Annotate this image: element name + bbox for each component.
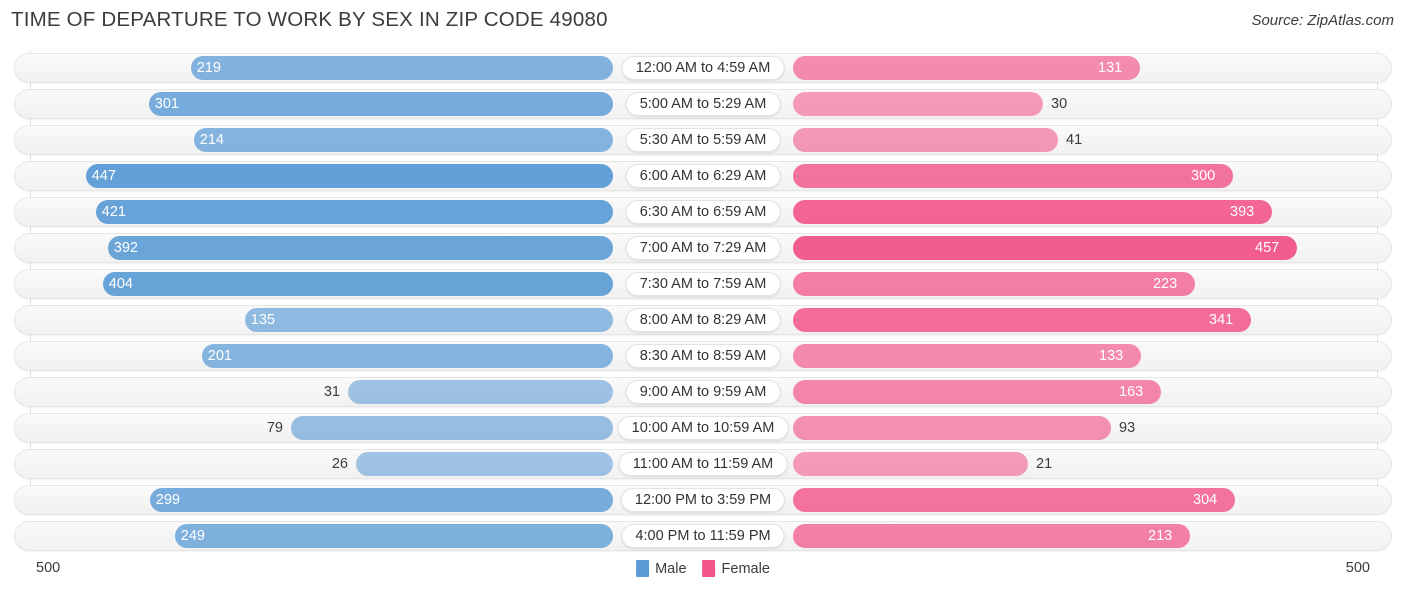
value-label-male: 249	[180, 528, 205, 544]
value-label-male: 447	[91, 168, 116, 184]
bar-male[interactable]	[191, 56, 613, 80]
bar-male[interactable]	[96, 200, 613, 224]
bar-female[interactable]	[793, 488, 1235, 512]
chart-plot-area: 219 131 12:00 AM to 4:59 AM 301 30 5:00 AM to…	[0, 50, 1406, 555]
bar-male[interactable]	[86, 164, 613, 188]
chart-row: 404 223 7:30 AM to 7:59 AM	[14, 269, 1392, 299]
chart-row: 421 393 6:30 AM to 6:59 AM	[14, 197, 1392, 227]
bar-female[interactable]	[793, 128, 1058, 152]
value-label-female: 457	[1255, 240, 1280, 256]
legend-swatch-icon	[636, 560, 650, 577]
bar-female[interactable]	[793, 56, 1140, 80]
legend-label: Female	[721, 560, 770, 577]
category-label: 6:30 AM to 6:59 AM	[625, 200, 781, 224]
category-label: 9:00 AM to 9:59 AM	[625, 380, 781, 404]
chart-row: 201 133 8:30 AM to 8:59 AM	[14, 341, 1392, 371]
bar-female[interactable]	[793, 380, 1161, 404]
bar-male[interactable]	[356, 452, 613, 476]
category-label: 8:30 AM to 8:59 AM	[625, 344, 781, 368]
page-title: TIME OF DEPARTURE TO WORK BY SEX IN ZIP …	[11, 8, 608, 31]
value-label-female: 41	[1066, 132, 1083, 148]
bar-female[interactable]	[793, 524, 1190, 548]
value-label-male: 26	[331, 456, 348, 472]
category-label: 11:00 AM to 11:59 AM	[618, 452, 788, 476]
legend-item-male[interactable]: Male	[636, 560, 687, 577]
bar-male[interactable]	[291, 416, 613, 440]
chart-row: 214 41 5:30 AM to 5:59 AM	[14, 125, 1392, 155]
source-attribution: Source: ZipAtlas.com	[1251, 12, 1394, 29]
chart-row: 299 304 12:00 PM to 3:59 PM	[14, 485, 1392, 515]
value-label-female: 393	[1230, 204, 1255, 220]
bar-male[interactable]	[103, 272, 613, 296]
category-label: 4:00 PM to 11:59 PM	[621, 524, 785, 548]
category-label: 7:30 AM to 7:59 AM	[625, 272, 781, 296]
value-label-female: 304	[1193, 492, 1218, 508]
chart-row: 447 300 6:00 AM to 6:29 AM	[14, 161, 1392, 191]
chart-row: 31 163 9:00 AM to 9:59 AM	[14, 377, 1392, 407]
value-label-male: 79	[266, 420, 283, 436]
legend-label: Male	[655, 560, 687, 577]
category-label: 5:30 AM to 5:59 AM	[625, 128, 781, 152]
bar-male[interactable]	[150, 488, 613, 512]
chart-row: 249 213 4:00 PM to 11:59 PM	[14, 521, 1392, 551]
legend-item-female[interactable]: Female	[702, 560, 770, 577]
bar-female[interactable]	[793, 416, 1111, 440]
bar-female[interactable]	[793, 200, 1272, 224]
value-label-male: 404	[108, 276, 133, 292]
value-label-male: 392	[113, 240, 138, 256]
bar-male[interactable]	[108, 236, 613, 260]
axis-label-right: 500	[1345, 560, 1370, 576]
value-label-female: 223	[1153, 276, 1178, 292]
value-label-female: 21	[1036, 456, 1053, 472]
bar-female[interactable]	[793, 452, 1028, 476]
value-label-female: 341	[1209, 312, 1234, 328]
bar-male[interactable]	[149, 92, 613, 116]
bar-female[interactable]	[793, 92, 1043, 116]
category-label: 10:00 AM to 10:59 AM	[617, 416, 789, 440]
value-label-female: 133	[1099, 348, 1124, 364]
bar-male[interactable]	[245, 308, 613, 332]
value-label-male: 214	[199, 132, 224, 148]
chart-row: 79 93 10:00 AM to 10:59 AM	[14, 413, 1392, 443]
bar-male[interactable]	[202, 344, 613, 368]
chart-row: 301 30 5:00 AM to 5:29 AM	[14, 89, 1392, 119]
bar-male[interactable]	[348, 380, 613, 404]
bar-female[interactable]	[793, 272, 1195, 296]
category-label: 6:00 AM to 6:29 AM	[625, 164, 781, 188]
value-label-male: 135	[250, 312, 275, 328]
category-label: 12:00 AM to 4:59 AM	[621, 56, 785, 80]
bar-female[interactable]	[793, 308, 1251, 332]
value-label-male: 201	[207, 348, 232, 364]
value-label-female: 300	[1191, 168, 1216, 184]
chart-row: 392 457 7:00 AM to 7:29 AM	[14, 233, 1392, 263]
value-label-male: 31	[323, 384, 340, 400]
value-label-male: 421	[101, 204, 126, 220]
value-label-male: 301	[154, 96, 179, 112]
value-label-female: 30	[1051, 96, 1068, 112]
category-label: 12:00 PM to 3:59 PM	[620, 488, 786, 512]
chart-row: 26 21 11:00 AM to 11:59 AM	[14, 449, 1392, 479]
value-label-male: 219	[196, 60, 221, 76]
value-label-female: 131	[1098, 60, 1123, 76]
value-label-male: 299	[155, 492, 180, 508]
chart-page: TIME OF DEPARTURE TO WORK BY SEX IN ZIP …	[0, 0, 1406, 595]
axis-label-left: 500	[36, 560, 61, 576]
legend-swatch-icon	[702, 560, 716, 577]
category-label: 5:00 AM to 5:29 AM	[625, 92, 781, 116]
category-label: 7:00 AM to 7:29 AM	[625, 236, 781, 260]
bar-female[interactable]	[793, 344, 1141, 368]
value-label-female: 163	[1119, 384, 1144, 400]
value-label-female: 93	[1119, 420, 1136, 436]
bar-male[interactable]	[194, 128, 613, 152]
chart-row: 219 131 12:00 AM to 4:59 AM	[14, 53, 1392, 83]
category-label: 8:00 AM to 8:29 AM	[625, 308, 781, 332]
chart-row: 135 341 8:00 AM to 8:29 AM	[14, 305, 1392, 335]
bar-female[interactable]	[793, 164, 1233, 188]
chart-legend: Male Female	[636, 560, 770, 577]
bar-female[interactable]	[793, 236, 1297, 260]
bar-male[interactable]	[175, 524, 613, 548]
value-label-female: 213	[1148, 528, 1173, 544]
